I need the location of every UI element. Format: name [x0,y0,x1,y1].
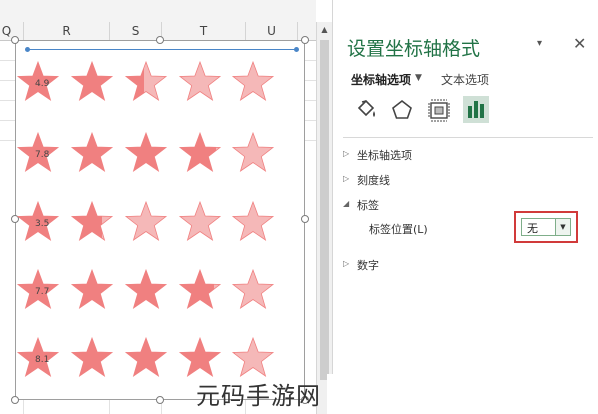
star-icon[interactable] [178,200,222,242]
star-icon[interactable] [124,200,168,242]
star-icon[interactable] [70,336,114,378]
axis-endpoint[interactable] [25,47,30,52]
close-icon[interactable]: ✕ [573,34,586,53]
label-position-label: 标签位置(L) [369,223,428,236]
bar-chart-icon [468,101,484,118]
column-header-s[interactable]: S [110,22,162,40]
resize-handle[interactable] [156,396,164,404]
axis-endpoint[interactable] [294,47,299,52]
star-icon[interactable] [231,268,275,310]
highlight-annotation [514,211,578,243]
resize-handle[interactable] [156,36,164,44]
resize-handle[interactable] [301,215,309,223]
section-number[interactable]: 数字 [357,257,379,273]
star-icon[interactable] [70,60,114,102]
star-icon[interactable] [124,268,168,310]
pentagon-effects-icon[interactable] [389,97,415,123]
chevron-down-icon[interactable]: ▼ [415,73,422,83]
tab-text-options[interactable]: 文本选项 [441,71,489,88]
pane-title: 设置坐标轴格式 [347,38,481,60]
star-icon[interactable] [178,131,222,173]
star-icon[interactable] [124,336,168,378]
star-icon[interactable] [178,268,222,310]
column-header-r[interactable]: R [24,22,110,40]
section-tick-marks[interactable]: 刻度线 [357,172,390,188]
sheet-top-strip [0,0,316,22]
star-icon[interactable] [231,336,275,378]
axis-options-tab-active[interactable] [463,96,489,123]
star-icon[interactable] [124,131,168,173]
section-labels[interactable]: 标签 [357,197,379,213]
selected-axis-line[interactable] [27,49,297,50]
row-value-label: 8.1 [35,355,50,365]
expand-arrow-icon[interactable]: ▷ [343,174,349,183]
row-value-label: 4.9 [35,79,50,89]
star-icon[interactable] [70,200,114,242]
tab-axis-options[interactable]: 坐标轴选项 [351,71,411,88]
resize-handle[interactable] [11,396,19,404]
star-icon[interactable] [178,60,222,102]
pane-options-dropdown-icon[interactable]: ▾ [537,38,542,49]
star-icon[interactable] [231,131,275,173]
collapse-arrow-icon[interactable]: ◢ [343,199,349,208]
column-header-u[interactable]: U [246,22,298,40]
star-icon[interactable] [231,60,275,102]
vertical-scrollbar[interactable]: ▲ [316,22,332,414]
fill-bucket-icon[interactable] [353,97,379,123]
row-value-label: 7.7 [35,287,50,297]
format-axis-pane: 设置坐标轴格式 ▾ ✕ 坐标轴选项 ▼ 文本选项 ▷ 坐标轴选项 ▷ 刻度线 ◢… [332,0,598,414]
spreadsheet-area: Q R S T U 4.9 7.8 3.5 7.7 8.1 [0,0,316,414]
star-icon[interactable] [178,336,222,378]
size-properties-icon[interactable] [426,97,452,123]
star-icon[interactable] [124,60,168,102]
row-value-label: 3.5 [35,219,50,229]
pane-divider [343,137,593,138]
resize-handle[interactable] [301,36,309,44]
section-axis-options[interactable]: 坐标轴选项 [357,147,412,163]
star-icon[interactable] [231,200,275,242]
scroll-up-arrow-icon[interactable]: ▲ [317,22,332,38]
column-header-t[interactable]: T [162,22,246,40]
row-value-label: 7.8 [35,150,50,160]
expand-arrow-icon[interactable]: ▷ [343,259,349,268]
resize-handle[interactable] [11,36,19,44]
expand-arrow-icon[interactable]: ▷ [343,149,349,158]
watermark-text: 元码手游网 [196,382,321,410]
scroll-thumb[interactable] [320,40,329,380]
star-icon[interactable] [70,131,114,173]
star-icon[interactable] [70,268,114,310]
watermark-band [327,374,598,414]
